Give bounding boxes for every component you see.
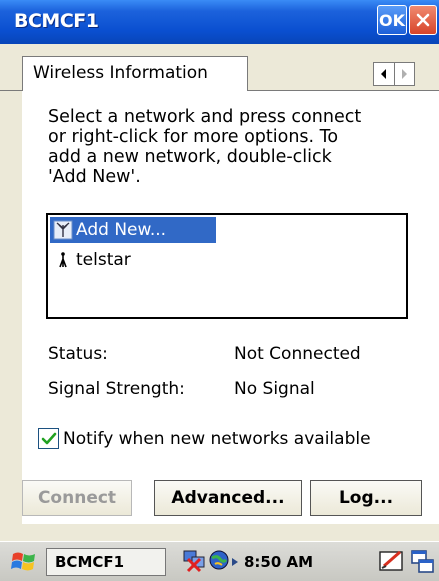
- ok-button[interactable]: OK: [377, 5, 407, 35]
- input-panel-icon[interactable]: [378, 548, 406, 576]
- signal-strength-value: No Signal: [234, 379, 315, 399]
- log-button[interactable]: Log...: [310, 480, 422, 516]
- network-status-icon[interactable]: [182, 547, 208, 577]
- globe-icon[interactable]: [208, 549, 230, 575]
- checkmark-icon: [41, 432, 56, 444]
- network-item-label: telstar: [76, 250, 131, 270]
- title-bar: BCMCF1 OK: [0, 0, 439, 44]
- instructions-line: or right-click for more options. To: [48, 127, 339, 147]
- arrow-left-icon: [380, 69, 386, 79]
- status-label: Status:: [48, 344, 108, 364]
- tray-arrow-icon[interactable]: [230, 553, 240, 572]
- taskbar-item-bcmcf1[interactable]: BCMCF1: [46, 548, 166, 576]
- windows-flag-icon: [11, 552, 35, 571]
- tab-divider: [0, 90, 22, 91]
- advanced-button[interactable]: Advanced...: [154, 480, 302, 516]
- system-tray: 8:50 AM: [182, 548, 392, 576]
- network-item-label: Add New...: [76, 220, 167, 240]
- instructions-line: add a new network, double-click: [48, 147, 332, 167]
- wireless-tower-icon: [50, 249, 76, 271]
- tab-scroll-right-button[interactable]: [393, 63, 415, 85]
- window-title: BCMCF1: [14, 10, 99, 32]
- arrow-right-icon: [402, 69, 408, 79]
- close-icon: [416, 13, 430, 27]
- tab-scroll-arrows: [373, 62, 415, 86]
- status-value: Not Connected: [234, 344, 361, 364]
- connect-button[interactable]: Connect: [22, 480, 132, 516]
- start-button[interactable]: [10, 548, 38, 576]
- network-list[interactable]: Add New... telstar: [46, 213, 408, 319]
- network-item-add-new[interactable]: Add New...: [50, 217, 216, 243]
- tab-scroll-left-button[interactable]: [374, 63, 394, 85]
- wireless-information-panel: Select a network and press connect or ri…: [22, 91, 439, 524]
- tab-wireless-information[interactable]: Wireless Information: [22, 56, 248, 91]
- close-button[interactable]: [409, 5, 437, 35]
- taskbar: BCMCF1 8:50 AM: [0, 541, 439, 581]
- instructions-line: Select a network and press connect: [48, 107, 362, 127]
- signal-strength-label: Signal Strength:: [48, 379, 185, 399]
- instructions-line: 'Add New'.: [48, 167, 141, 187]
- add-network-icon: [50, 219, 76, 241]
- notify-label: Notify when new networks available: [63, 428, 371, 449]
- notify-checkbox[interactable]: [38, 428, 59, 449]
- network-item-telstar[interactable]: telstar: [50, 247, 216, 273]
- switch-window-icon[interactable]: [410, 548, 436, 576]
- instructions-text: Select a network and press connect or ri…: [48, 107, 438, 187]
- clock[interactable]: 8:50 AM: [244, 553, 313, 571]
- notify-option[interactable]: Notify when new networks available: [38, 428, 371, 449]
